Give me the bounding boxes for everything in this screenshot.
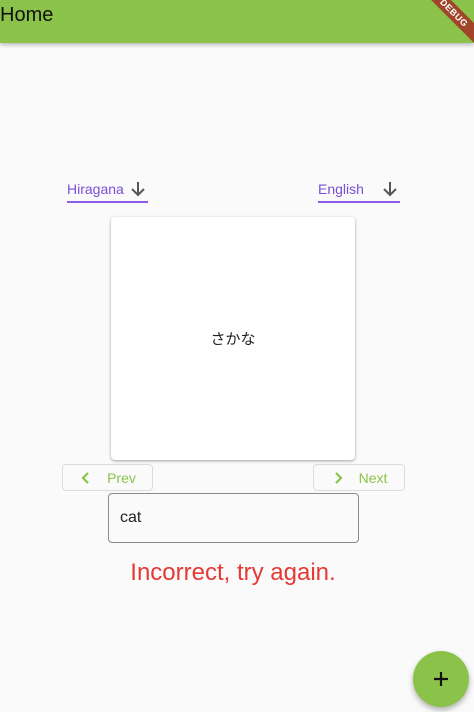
next-button[interactable]: Next: [313, 464, 405, 491]
feedback-message: Incorrect, try again.: [130, 559, 336, 586]
app-bar-title: Home: [0, 4, 54, 26]
arrow-down-icon: [383, 182, 397, 197]
plus-icon: [434, 672, 448, 686]
source-script-label: Hiragana: [67, 181, 124, 197]
target-language-dropdown[interactable]: English: [318, 177, 400, 203]
flashcard-word: さかな: [210, 331, 256, 348]
prev-button-label: Prev: [107, 469, 136, 486]
chevron-left-icon: [81, 471, 89, 484]
debug-banner: DEBUG: [420, 0, 474, 47]
chevron-right-icon: [334, 471, 343, 484]
answer-input[interactable]: [108, 493, 359, 543]
add-button[interactable]: [413, 651, 469, 707]
flashcard[interactable]: さかな: [111, 217, 355, 460]
next-button-label: Next: [358, 469, 388, 486]
app-bar: Home DEBUG: [0, 0, 474, 47]
source-script-dropdown[interactable]: Hiragana: [67, 177, 148, 203]
prev-button[interactable]: Prev: [62, 464, 153, 491]
arrow-down-icon: [131, 182, 145, 197]
target-language-label: English: [318, 181, 364, 197]
